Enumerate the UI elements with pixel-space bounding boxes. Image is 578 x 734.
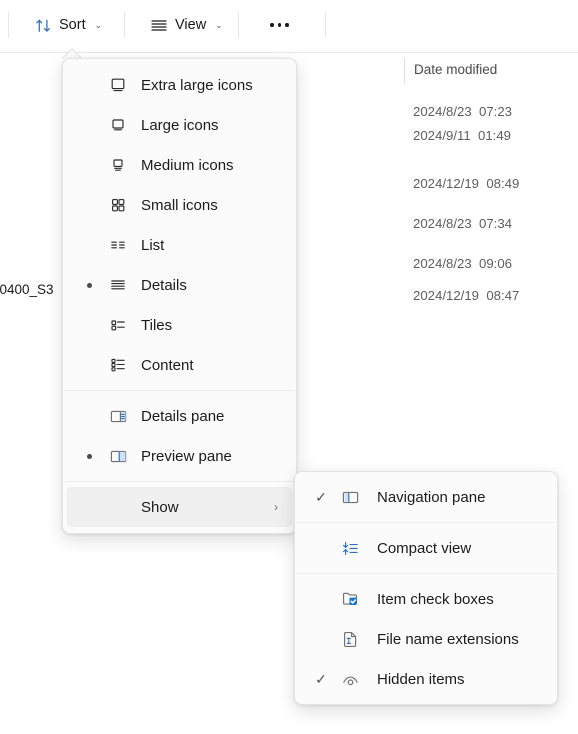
toolbar-separator bbox=[8, 12, 9, 38]
submenu-divider bbox=[296, 573, 556, 574]
submenu-item-label: File name extensions bbox=[377, 630, 519, 648]
menu-item-label: List bbox=[141, 236, 165, 254]
menu-item-label: Preview pane bbox=[141, 447, 232, 465]
content-view-icon bbox=[103, 356, 133, 374]
submenu-item-label: Navigation pane bbox=[377, 488, 486, 506]
sort-arrows-icon bbox=[35, 17, 52, 34]
toolbar-separator bbox=[238, 12, 239, 38]
preview-pane-icon bbox=[103, 448, 133, 465]
view-lines-icon bbox=[150, 17, 168, 33]
table-cell-date: 2024/9/11 01:49 bbox=[413, 128, 512, 143]
menu-item-medium-icons[interactable]: Medium icons bbox=[67, 145, 292, 185]
table-cell-date: 2024/12/19 08:49 bbox=[413, 176, 520, 191]
menu-item-content[interactable]: Content bbox=[67, 345, 292, 385]
column-header-date-modified[interactable]: Date modified bbox=[414, 62, 497, 77]
selection-indicator bbox=[75, 282, 103, 288]
menu-item-large-icons[interactable]: Large icons bbox=[67, 105, 292, 145]
menu-item-label: Small icons bbox=[141, 196, 218, 214]
submenu-item-navigation-pane[interactable]: ✓ Navigation pane bbox=[299, 477, 553, 517]
show-submenu: ✓ Navigation pane Compact view Item chec… bbox=[294, 471, 558, 705]
menu-item-label: Details pane bbox=[141, 407, 225, 425]
submenu-item-label: Item check boxes bbox=[377, 590, 494, 608]
sort-button-label: Sort bbox=[59, 16, 86, 33]
view-button-label: View bbox=[175, 16, 207, 33]
menu-divider bbox=[64, 390, 295, 391]
list-view-icon bbox=[103, 236, 133, 254]
menu-item-list[interactable]: List bbox=[67, 225, 292, 265]
navigation-pane-icon bbox=[335, 489, 365, 506]
menu-item-label: Large icons bbox=[141, 116, 219, 134]
menu-item-details[interactable]: Details bbox=[67, 265, 292, 305]
table-cell-date: 2024/8/23 07:34 bbox=[413, 216, 512, 231]
view-button[interactable]: View ⌄ bbox=[140, 8, 233, 42]
check-indicator: ✓ bbox=[315, 489, 327, 505]
chevron-down-icon: ⌄ bbox=[215, 19, 223, 30]
table-cell-date: 2024/8/23 07:23 bbox=[413, 104, 512, 119]
check-indicator: ✓ bbox=[315, 671, 327, 687]
chevron-down-icon: ⌄ bbox=[94, 19, 103, 30]
see-more-button[interactable] bbox=[258, 8, 301, 42]
submenu-item-label: Hidden items bbox=[377, 670, 465, 688]
submenu-item-label: Compact view bbox=[377, 539, 472, 557]
large-icons-icon bbox=[103, 116, 133, 134]
command-bar: Sort ⌄ View ⌄ bbox=[0, 0, 578, 53]
compact-view-icon bbox=[335, 540, 365, 557]
menu-item-tiles[interactable]: Tiles bbox=[67, 305, 292, 345]
menu-item-label: Content bbox=[141, 356, 194, 374]
submenu-item-item-check-boxes[interactable]: Item check boxes bbox=[299, 579, 553, 619]
toolbar-separator bbox=[325, 12, 326, 38]
menu-item-label: Show bbox=[141, 498, 179, 516]
menu-item-label: Extra large icons bbox=[141, 76, 253, 94]
table-cell-date: 2024/8/23 09:06 bbox=[413, 256, 512, 271]
menu-divider bbox=[64, 481, 295, 482]
extra-large-icons-icon bbox=[103, 76, 133, 94]
menu-item-label: Details bbox=[141, 276, 187, 294]
menu-item-extra-large-icons[interactable]: Extra large icons bbox=[67, 65, 292, 105]
menu-item-label: Tiles bbox=[141, 316, 173, 334]
menu-item-show[interactable]: Show › bbox=[67, 487, 292, 527]
small-icons-icon bbox=[103, 196, 133, 214]
file-name-clipped: 10400_S3 bbox=[0, 282, 54, 297]
hidden-items-icon bbox=[335, 671, 365, 688]
chevron-right-icon: › bbox=[274, 500, 278, 514]
toolbar-bottom-border bbox=[0, 52, 578, 53]
menu-item-preview-pane[interactable]: Preview pane bbox=[67, 436, 292, 476]
toolbar-separator bbox=[124, 12, 125, 38]
sort-button[interactable]: Sort ⌄ bbox=[25, 8, 112, 42]
submenu-item-hidden-items[interactable]: ✓ Hidden items bbox=[299, 659, 553, 699]
medium-icons-icon bbox=[103, 156, 133, 174]
menu-item-details-pane[interactable]: Details pane bbox=[67, 396, 292, 436]
submenu-divider bbox=[296, 522, 556, 523]
ellipsis-icon bbox=[270, 23, 289, 27]
item-check-boxes-icon bbox=[335, 590, 365, 608]
submenu-item-compact-view[interactable]: Compact view bbox=[299, 528, 553, 568]
menu-item-label: Medium icons bbox=[141, 156, 234, 174]
menu-item-small-icons[interactable]: Small icons bbox=[67, 185, 292, 225]
submenu-item-file-name-extensions[interactable]: File name extensions bbox=[299, 619, 553, 659]
table-cell-date: 2024/12/19 08:47 bbox=[413, 288, 520, 303]
view-menu: Extra large icons Large icons Medium ico… bbox=[62, 58, 297, 534]
details-view-icon bbox=[103, 276, 133, 294]
file-explorer-window: Sort ⌄ View ⌄ Date modified 2024/8/23 07… bbox=[0, 0, 578, 734]
details-pane-icon bbox=[103, 408, 133, 425]
selection-indicator bbox=[75, 453, 103, 459]
column-divider bbox=[404, 58, 405, 84]
file-name-extensions-icon bbox=[335, 630, 365, 648]
tiles-view-icon bbox=[103, 316, 133, 334]
